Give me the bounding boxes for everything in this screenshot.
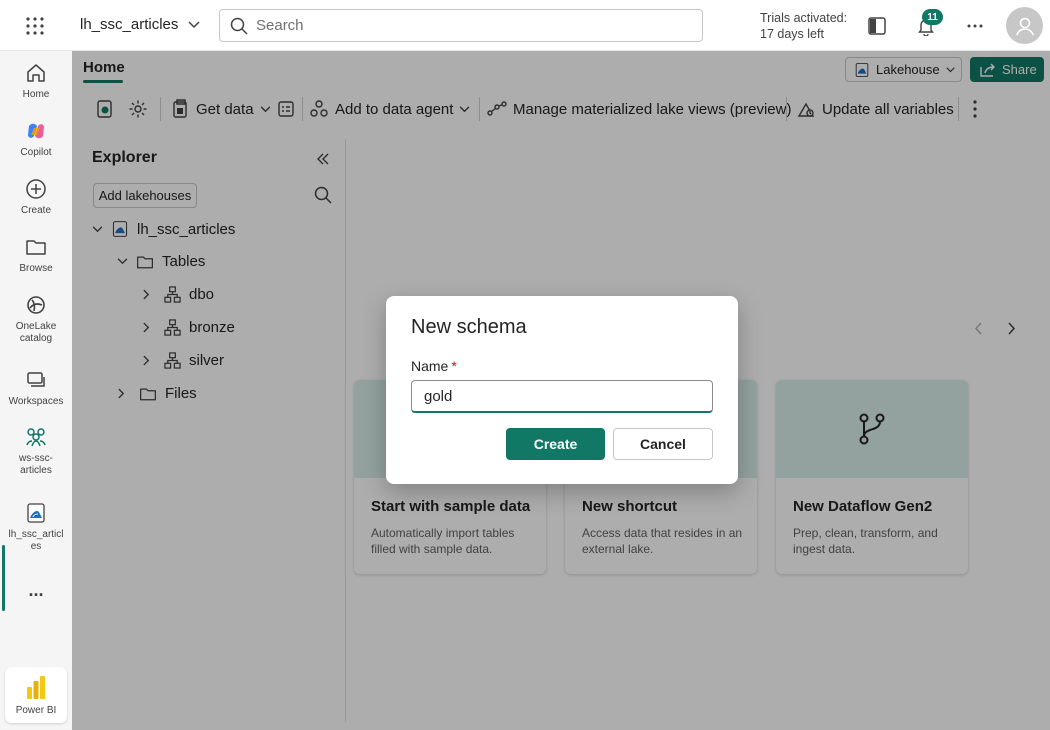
rail-item-create[interactable]: Create xyxy=(0,176,72,217)
workspace-switcher[interactable]: lh_ssc_articles xyxy=(80,16,200,33)
workspace-name: lh_ssc_articles xyxy=(80,16,179,33)
dialog-title: New schema xyxy=(411,316,527,338)
name-label-text: Name xyxy=(411,358,449,374)
active-indicator xyxy=(2,545,5,611)
onelake-icon xyxy=(23,292,49,318)
more-icon: ... xyxy=(28,580,44,600)
rail-item-ws-ssc-articles[interactable]: ws-ssc-articles xyxy=(0,424,72,477)
trial-status: Trials activated: 17 days left xyxy=(760,10,847,42)
rail-item-home[interactable]: Home xyxy=(0,60,72,101)
panel-toggle-icon[interactable] xyxy=(866,15,888,37)
trial-line-1: Trials activated: xyxy=(760,11,848,25)
create-icon xyxy=(23,176,49,202)
rail-label: lh_ssc_articles xyxy=(8,529,64,552)
lakehouse-icon xyxy=(23,500,49,526)
name-label: Name * xyxy=(411,358,457,374)
workspaces-icon xyxy=(23,367,49,393)
trial-line-2: 17 days left xyxy=(760,27,824,41)
chevron-down-icon xyxy=(188,20,200,29)
search-box[interactable] xyxy=(219,9,703,42)
notification-badge: 11 xyxy=(922,9,943,25)
rail-item-browse[interactable]: Browse xyxy=(0,234,72,275)
cancel-button[interactable]: Cancel xyxy=(613,428,713,460)
rail-label: Home xyxy=(22,89,50,100)
create-button[interactable]: Create xyxy=(506,428,605,460)
rail-label: Workspaces xyxy=(8,396,64,407)
workspace-group-icon xyxy=(23,424,49,450)
search-input[interactable] xyxy=(256,17,656,34)
home-icon xyxy=(23,60,49,86)
avatar[interactable] xyxy=(1006,7,1043,44)
folder-icon xyxy=(23,234,49,260)
powerbi-icon xyxy=(25,675,47,701)
rail-label: Create xyxy=(20,205,51,216)
copilot-icon xyxy=(23,118,49,144)
top-bar: lh_ssc_articles Trials activated: 17 day… xyxy=(0,0,1050,51)
required-mark: * xyxy=(451,358,457,374)
more-options-icon[interactable] xyxy=(964,15,986,37)
rail-label: OneLake catalog xyxy=(15,321,57,344)
search-icon xyxy=(230,17,248,35)
schema-name-input[interactable] xyxy=(411,380,713,413)
rail-label: Copilot xyxy=(20,147,52,158)
rail-more-button[interactable]: ... xyxy=(0,580,72,600)
rail-label: ws-ssc-articles xyxy=(19,453,53,476)
left-rail: Home Copilot Create Browse OneLake catal… xyxy=(0,51,72,730)
powerbi-switcher[interactable]: Power BI xyxy=(5,667,67,723)
powerbi-label: Power BI xyxy=(15,704,57,716)
rail-item-workspaces[interactable]: Workspaces xyxy=(0,367,72,408)
rail-item-lh-ssc-articles[interactable]: lh_ssc_articles xyxy=(0,500,72,553)
app-launcher-icon[interactable] xyxy=(22,13,48,39)
rail-item-onelake-catalog[interactable]: OneLake catalog xyxy=(0,292,72,345)
rail-label: Browse xyxy=(19,263,53,274)
rail-item-copilot[interactable]: Copilot xyxy=(0,118,72,159)
new-schema-dialog: New schema Name* Create Cancel xyxy=(386,296,738,484)
